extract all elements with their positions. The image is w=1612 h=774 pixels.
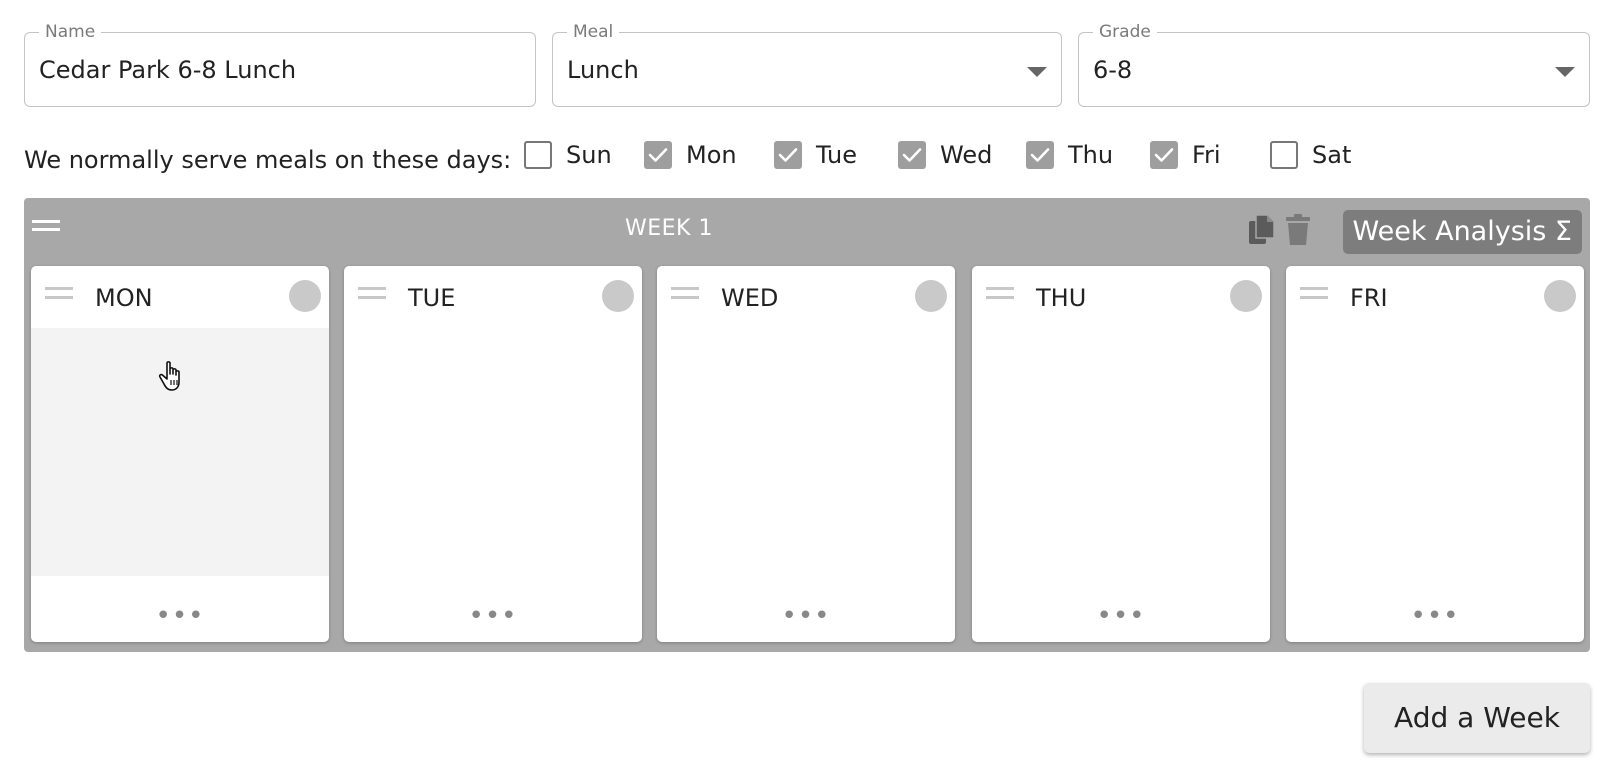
day-checkbox-label: Tue [816,141,857,169]
day-card-wed[interactable]: WED ••• [657,266,955,642]
hand-cursor-icon [158,360,192,398]
status-circle-icon[interactable] [1544,280,1576,312]
name-field-label: Name [39,22,102,42]
menu-planner: Name Cedar Park 6-8 Lunch Meal Lunch Gra… [0,0,1612,774]
status-circle-icon[interactable] [289,280,321,312]
meal-select[interactable]: Meal Lunch [552,22,1062,107]
grade-select-label: Grade [1093,22,1157,42]
day-card-title: MON [95,284,153,312]
week-title: WEEK 1 [625,216,713,241]
day-checkbox-thu[interactable]: Thu [1026,138,1113,172]
week-analysis-button[interactable]: Week Analysis Σ [1342,210,1582,254]
day-card-header: FRI [1286,266,1584,328]
grade-select-value: 6-8 [1093,56,1133,84]
checkbox-checked-icon[interactable] [774,141,802,169]
grade-select[interactable]: Grade 6-8 [1078,22,1590,107]
day-card-title: TUE [408,284,456,312]
drag-handle-icon[interactable] [986,287,1014,305]
drag-handle-icon[interactable] [671,287,699,305]
day-card-drop-area[interactable] [1286,328,1584,576]
day-card-tue[interactable]: TUE ••• [344,266,642,642]
checkbox-checked-icon[interactable] [644,141,672,169]
day-checkbox-label: Thu [1068,141,1114,169]
day-card-header: TUE [344,266,642,328]
dropdown-arrow-icon[interactable] [1555,67,1575,77]
checkbox-empty-icon[interactable] [524,141,552,169]
day-checkbox-label: Fri [1192,141,1221,169]
day-card-fri[interactable]: FRI ••• [1286,266,1584,642]
day-card-title: THU [1036,284,1087,312]
day-checkbox-tue[interactable]: Tue [774,138,857,172]
day-checkbox-label: Sun [566,141,612,169]
checkbox-checked-icon[interactable] [898,141,926,169]
more-options-icon[interactable]: ••• [657,603,955,629]
drag-handle-icon[interactable] [358,287,386,305]
day-card-drop-area[interactable] [344,328,642,576]
day-card-mon[interactable]: MON ••• [31,266,329,642]
day-checkbox-label: Wed [940,141,993,169]
day-card-title: WED [721,284,779,312]
day-card-drop-area[interactable] [972,328,1270,576]
day-card-title: FRI [1350,284,1388,312]
status-circle-icon[interactable] [602,280,634,312]
trash-icon[interactable] [1282,212,1314,248]
day-checkbox-sun[interactable]: Sun [524,138,612,172]
meal-select-label: Meal [567,22,620,42]
day-checkbox-fri[interactable]: Fri [1150,138,1221,172]
day-checkbox-mon[interactable]: Mon [644,138,737,172]
name-field-value[interactable]: Cedar Park 6-8 Lunch [39,55,296,85]
status-circle-icon[interactable] [915,280,947,312]
checkbox-checked-icon[interactable] [1150,141,1178,169]
more-options-icon[interactable]: ••• [344,603,642,629]
day-card-header: THU [972,266,1270,328]
day-checkbox-wed[interactable]: Wed [898,138,992,172]
more-options-icon[interactable]: ••• [1286,603,1584,629]
dropdown-arrow-icon[interactable] [1027,67,1047,77]
meal-select-value: Lunch [567,56,639,84]
day-card-header: MON [31,266,329,328]
day-checkbox-label: Sat [1312,141,1352,169]
day-checkbox-label: Mon [686,141,737,169]
drag-handle-icon[interactable] [1300,287,1328,305]
week-panel: WEEK 1 Week Analysis Σ MON ••• TUE ••• WED ••… [24,198,1590,652]
more-options-icon[interactable]: ••• [972,603,1270,629]
add-week-button[interactable]: Add a Week [1364,683,1590,753]
drag-handle-icon[interactable] [45,287,73,305]
status-circle-icon[interactable] [1230,280,1262,312]
day-card-drop-area[interactable] [657,328,955,576]
more-options-icon[interactable]: ••• [31,603,329,629]
checkbox-checked-icon[interactable] [1026,141,1054,169]
checkbox-empty-icon[interactable] [1270,141,1298,169]
serving-days-prompt: We normally serve meals on these days: [24,146,512,174]
day-checkbox-sat[interactable]: Sat [1270,138,1351,172]
copy-icon[interactable] [1246,212,1278,248]
day-card-header: WED [657,266,955,328]
name-field[interactable]: Name Cedar Park 6-8 Lunch [24,22,536,107]
day-card-thu[interactable]: THU ••• [972,266,1270,642]
